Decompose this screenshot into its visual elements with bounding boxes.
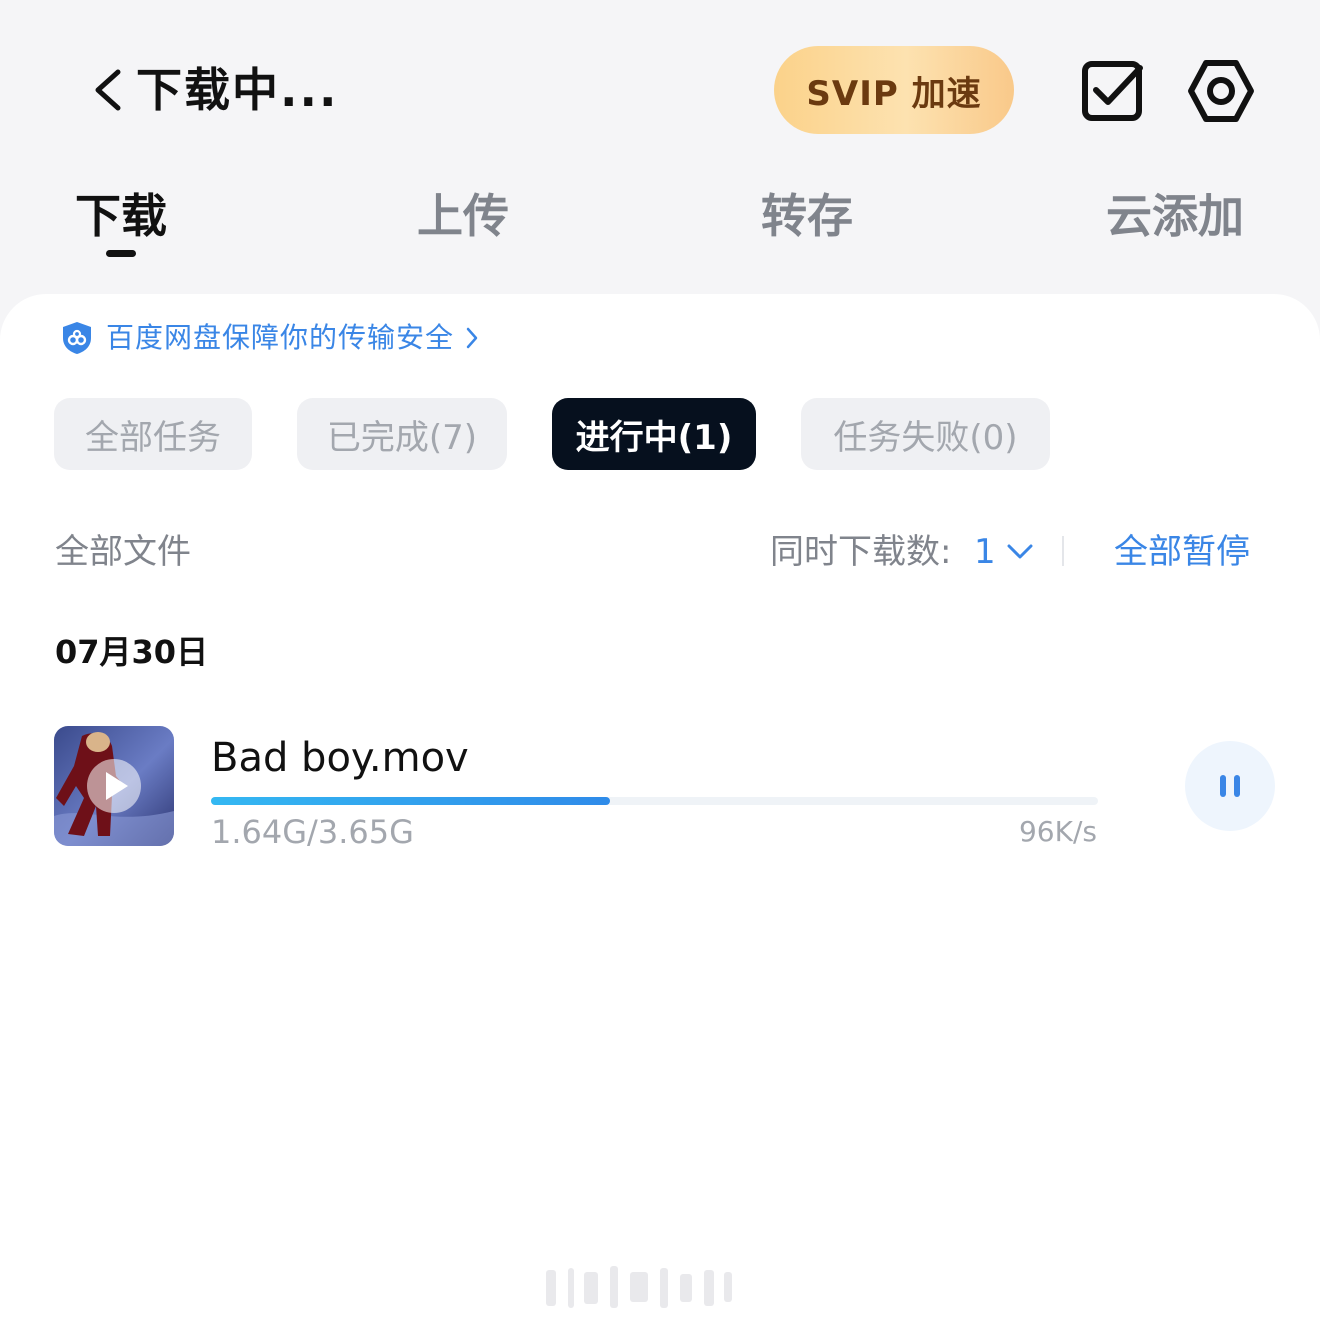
checkbox-icon[interactable] (1080, 58, 1146, 124)
svip-speedup-button[interactable]: SVIP 加速 (774, 46, 1014, 134)
security-notice[interactable]: 百度网盘保障你的传输安全 (60, 318, 480, 358)
chevron-down-icon[interactable] (1006, 540, 1034, 564)
back-icon[interactable] (88, 68, 128, 112)
watermark (546, 1266, 732, 1308)
page-title: 下载中... (136, 63, 339, 117)
tab-active-indicator (106, 250, 136, 257)
tab-download[interactable]: 下载 (75, 186, 167, 246)
file-name[interactable]: Bad boy.mov (211, 732, 469, 784)
tab-upload[interactable]: 上传 (417, 186, 509, 246)
security-notice-text: 百度网盘保障你的传输安全 (106, 321, 455, 354)
download-progress-fill (211, 797, 611, 805)
video-thumbnail[interactable] (54, 726, 174, 846)
chevron-right-icon (466, 327, 478, 349)
gear-icon[interactable] (1186, 58, 1256, 124)
concurrent-downloads-label[interactable]: 同时下载数: (770, 530, 951, 574)
pause-icon (1220, 775, 1240, 797)
download-progress-bar (211, 797, 1098, 805)
filter-failed[interactable]: 任务失败(0) (801, 398, 1050, 470)
download-speed: 96K/s (1018, 815, 1097, 848)
tab-transfer[interactable]: 转存 (761, 186, 853, 246)
toolbar-divider (1062, 536, 1064, 566)
shield-icon (63, 322, 91, 354)
pause-all-button[interactable]: 全部暂停 (1114, 530, 1250, 574)
date-group-header: 07月30日 (55, 633, 209, 671)
download-size: 1.64G/3.65G (211, 813, 414, 851)
tab-cloud-add[interactable]: 云添加 (1106, 186, 1244, 246)
concurrent-downloads-value[interactable]: 1 (974, 530, 996, 574)
filter-all-tasks[interactable]: 全部任务 (54, 398, 252, 470)
filter-in-progress[interactable]: 进行中(1) (552, 398, 756, 470)
filter-completed[interactable]: 已完成(7) (297, 398, 507, 470)
all-files-label: 全部文件 (55, 532, 191, 572)
svip-label: SVIP 加速 (806, 73, 982, 114)
pause-button[interactable] (1185, 741, 1275, 831)
